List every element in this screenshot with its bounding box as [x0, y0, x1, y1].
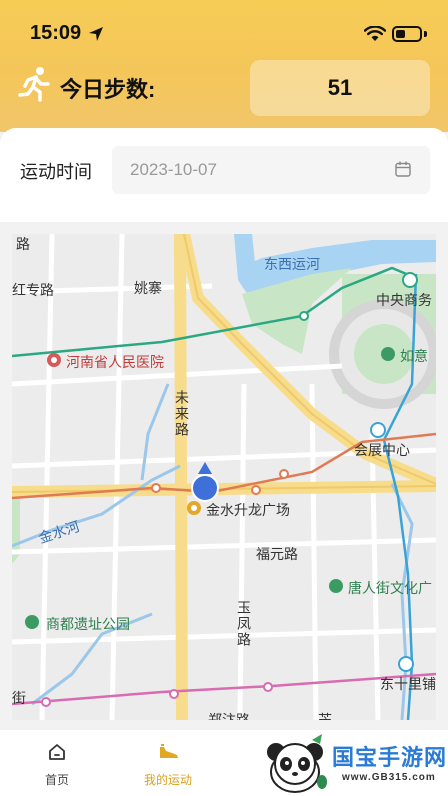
battery-tip — [424, 31, 427, 37]
map-label-ruyi: 如意 — [400, 348, 428, 364]
map-label-tangren-street: 唐人街文化广 — [348, 580, 432, 596]
status-bar: 15:09 — [0, 0, 448, 60]
steps-value-box: 51 — [250, 60, 430, 116]
status-time: 15:09 — [30, 22, 82, 44]
map-label-henan-hospital: 河南省人民医院 — [66, 354, 164, 370]
map-label-weilai-road: 未来路 — [174, 390, 190, 438]
map-label-cbd: 中央商务 — [376, 292, 432, 308]
running-person-icon — [18, 67, 50, 102]
nav-item-home[interactable]: 首页 — [2, 730, 112, 796]
panda-logo-icon — [267, 734, 327, 793]
steps-label: 今日步数: — [60, 77, 156, 102]
sneaker-icon — [160, 744, 178, 758]
map-label-shangdu-park: 商都遗址公园 — [46, 616, 130, 632]
nav-my-sport-label: 我的运动 — [143, 773, 192, 787]
battery-icon — [392, 26, 422, 42]
date-picker-value: 2023-10-07 — [130, 160, 217, 179]
date-filter-card: 运动时间 2023-10-07 — [0, 128, 448, 222]
map-label-yaozhai: 姚寨 — [134, 280, 162, 296]
watermark-url: www.GB315.com — [342, 772, 436, 783]
watermark-text: 国宝手游网 — [332, 745, 448, 770]
map-label-yufeng-road: 玉凤路 — [236, 600, 252, 648]
calendar-icon[interactable] — [394, 160, 412, 178]
wifi-icon — [364, 26, 386, 41]
map-canvas — [12, 234, 436, 720]
home-icon — [49, 744, 65, 760]
map-view[interactable]: 路 红专路 姚寨 东西运河 中央商务 河南省人民医院 如意 未来路 会展中心 金… — [12, 234, 436, 720]
steps-value: 51 — [327, 75, 353, 100]
map-label-road: 路 — [16, 236, 30, 252]
steps-row: 今日步数: 51 — [0, 58, 448, 116]
header: 15:09 今日步数: 51 — [0, 0, 448, 132]
map-label-expo-center: 会展中心 — [354, 442, 410, 458]
date-filter-label: 运动时间 — [20, 162, 92, 182]
nav-item-my-sport[interactable]: 我的运动 — [113, 730, 223, 796]
map-label-dongshili: 东十里铺 — [380, 676, 436, 692]
map-label-zhengbian-road: 郑汴路 — [208, 712, 250, 720]
date-picker-input[interactable]: 2023-10-07 — [112, 146, 430, 194]
map-label-jie: 街 — [12, 690, 26, 706]
watermark: 国宝手游网 www.GB315.com — [258, 730, 448, 796]
nav-home-label: 首页 — [44, 773, 69, 787]
location-arrow-icon — [89, 27, 103, 41]
map-label-jinshui-plaza: 金水升龙广场 — [206, 502, 290, 518]
map-label-fuyuan-road: 福元路 — [256, 546, 298, 562]
map-label-dongxi-canal: 东西运河 — [264, 256, 320, 272]
map-label-hongzhuan-road: 红专路 — [12, 282, 54, 298]
app-screen: 15:09 今日步数: 51 运动时间 2023-10-07 路 红专路 姚寨 … — [0, 0, 448, 796]
map-label-bottom: 芒 — [318, 712, 332, 720]
